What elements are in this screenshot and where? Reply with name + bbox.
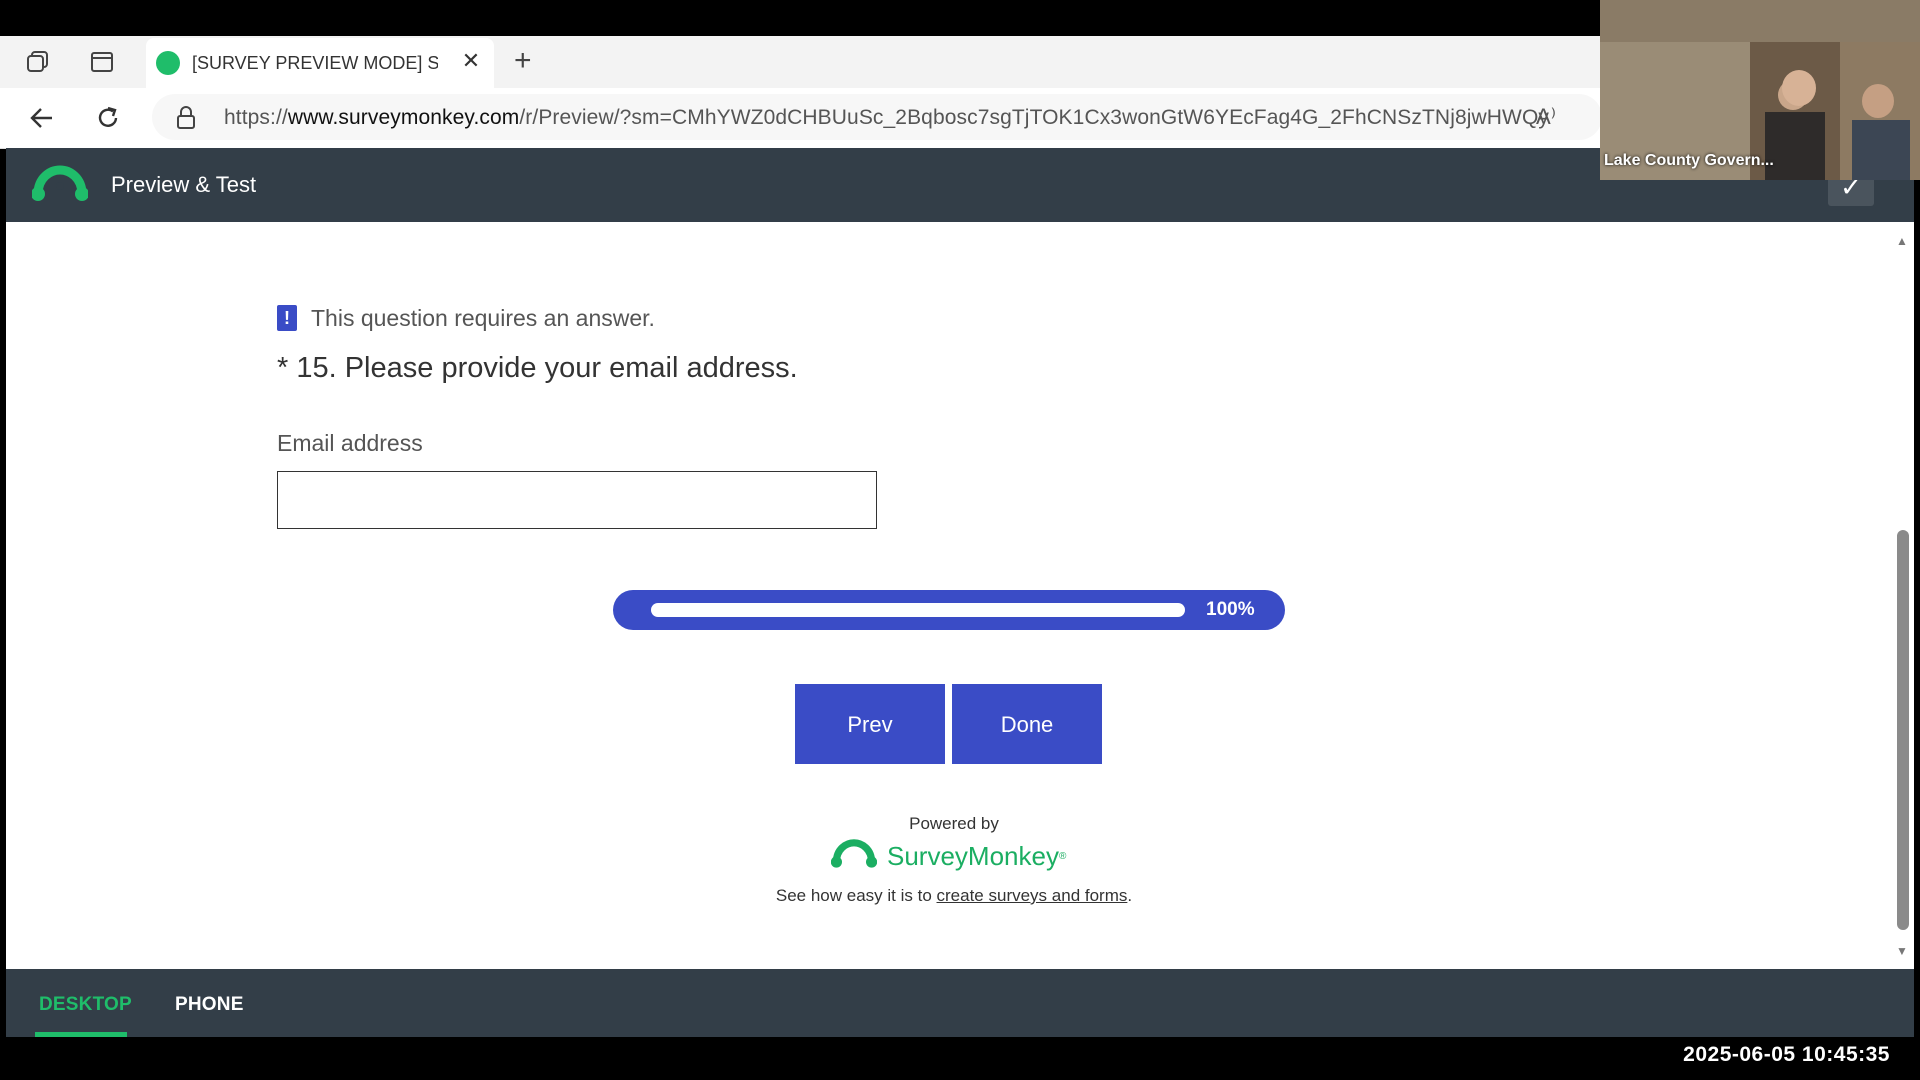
page-title: Preview & Test [111, 172, 257, 197]
promo-suffix: . [1127, 886, 1133, 905]
create-surveys-link[interactable]: create surveys and forms [937, 886, 1128, 905]
video-top-strip [1600, 0, 1920, 42]
back-arrow-icon[interactable] [22, 98, 62, 138]
surveymonkey-brand[interactable]: SurveyMonkey ® [830, 838, 1067, 875]
browser-tab-bar: [SURVEY PREVIEW MODE] Share ✕ + [0, 36, 1600, 88]
promo-text: See how easy it is to create surveys and… [6, 886, 1902, 906]
done-button[interactable]: Done [952, 684, 1102, 764]
tab-phone[interactable]: PHONE [175, 994, 244, 1016]
progress-track [651, 603, 1185, 617]
brand-mark: ® [1058, 851, 1067, 862]
participant-body [1765, 112, 1825, 180]
active-tab-indicator [35, 1032, 127, 1037]
prev-button[interactable]: Prev [795, 684, 945, 764]
url-path: /r/Preview/?sm=CMhYWZ0dCHBUuSc_2Bqbosc7s… [519, 106, 1549, 129]
surveymonkey-favicon-icon [156, 51, 180, 75]
lock-icon[interactable] [176, 106, 196, 135]
powered-by-text: Powered by [909, 814, 999, 833]
workspaces-icon[interactable] [18, 42, 58, 82]
participant-body [1852, 120, 1910, 180]
promo-prefix: See how easy it is to [775, 886, 937, 905]
email-field-label: Email address [277, 430, 423, 456]
browser-address-bar: https://www.surveymonkey.com/r/Preview/?… [0, 88, 1602, 149]
brand-name: SurveyMonkey [887, 841, 1059, 871]
url-prefix: https:// [224, 106, 288, 129]
progress-percent: 100% [1206, 599, 1255, 620]
device-tabs-footer: DESKTOP PHONE [6, 969, 1914, 1037]
email-field[interactable] [277, 471, 877, 529]
participant-head [1862, 84, 1894, 118]
timestamp: 2025-06-05 10:45:35 [1683, 1043, 1890, 1066]
surveymonkey-logo-icon [830, 838, 878, 875]
participant-name: Lake County Govern... [1604, 152, 1774, 169]
required-alert-icon: ! [277, 305, 297, 331]
read-aloud-icon[interactable]: A⁾ [1536, 104, 1556, 130]
new-tab-icon[interactable]: + [514, 44, 532, 78]
browser-tab-active[interactable]: [SURVEY PREVIEW MODE] Share ✕ [146, 38, 494, 88]
survey-content: ! This question requires an answer. * 15… [6, 222, 1914, 969]
reload-icon[interactable] [88, 98, 128, 138]
video-call-thumbnail[interactable]: Lake County Govern... [1600, 0, 1920, 180]
required-notice: This question requires an answer. [311, 305, 655, 331]
question-title: * 15. Please provide your email address. [277, 352, 798, 384]
surveymonkey-logo-icon [31, 164, 89, 209]
progress-bar: 100% [613, 590, 1285, 630]
participant-head [1782, 70, 1816, 106]
progress-fill [651, 603, 1185, 617]
close-tab-icon[interactable]: ✕ [456, 48, 486, 74]
url-text: https://www.surveymonkey.com/r/Preview/?… [224, 106, 1549, 130]
scroll-down-arrow-icon[interactable]: ▼ [1896, 944, 1908, 958]
url-host: www.surveymonkey.com [287, 106, 520, 129]
tab-desktop[interactable]: DESKTOP [39, 994, 132, 1016]
url-field[interactable]: https://www.surveymonkey.com/r/Preview/?… [152, 94, 1602, 140]
scroll-up-arrow-icon[interactable]: ▲ [1896, 234, 1908, 248]
scrollbar-thumb[interactable] [1897, 530, 1909, 930]
tab-actions-icon[interactable] [82, 42, 122, 82]
tab-title: [SURVEY PREVIEW MODE] Share [192, 53, 438, 73]
